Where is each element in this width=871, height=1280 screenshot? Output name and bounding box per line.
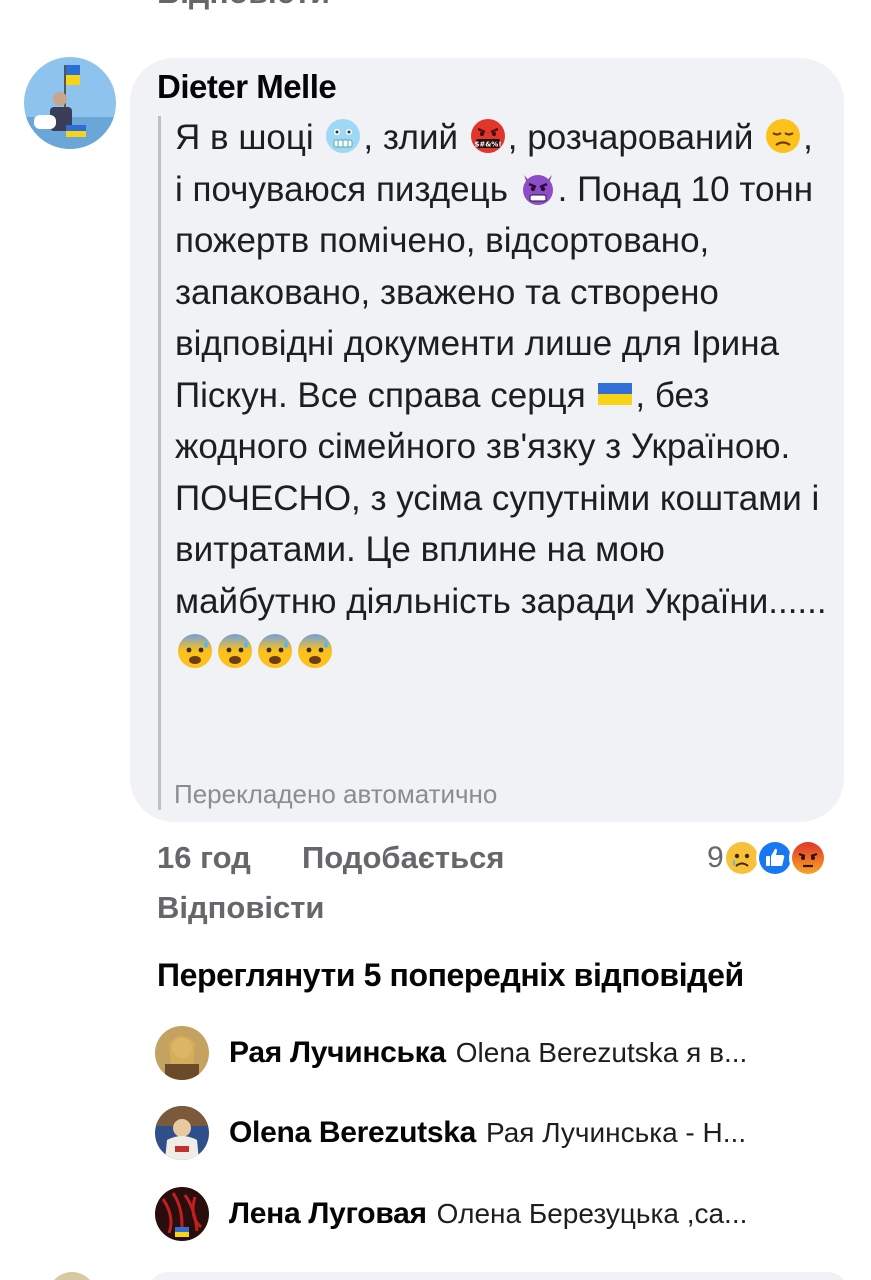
author-avatar[interactable] bbox=[24, 57, 116, 149]
ukraine-flag-icon bbox=[596, 375, 634, 413]
angry-devil-face-icon bbox=[519, 169, 557, 207]
comment-author[interactable]: Dieter Melle bbox=[157, 68, 337, 106]
sad-reaction-icon bbox=[722, 839, 761, 877]
reply-avatar[interactable] bbox=[155, 1106, 209, 1160]
like-reaction-icon bbox=[755, 839, 794, 877]
translation-quote-bar bbox=[158, 116, 161, 810]
cold-face-icon bbox=[324, 117, 362, 155]
reaction-count: 9 bbox=[707, 841, 724, 874]
reply-snippet: Рая Лучинська - Н... bbox=[485, 1117, 747, 1148]
cursing-face-icon: $#&%! bbox=[469, 117, 507, 155]
like-button[interactable]: Подобається bbox=[302, 840, 505, 876]
reply-author[interactable]: Лена Луговая bbox=[229, 1197, 427, 1231]
reply-preview-row[interactable]: Olena Berezutska Рая Лучинська - Н... bbox=[155, 1105, 855, 1161]
auto-translated-note[interactable]: Перекладено автоматично bbox=[174, 779, 497, 810]
anxious-sweat-face-icon bbox=[256, 632, 294, 670]
anxious-sweat-face-icon bbox=[216, 632, 254, 670]
comment-thread: Відповісти Dieter Melle Я в шоці , злий … bbox=[0, 0, 871, 1280]
reply-button[interactable]: Відповісти bbox=[157, 890, 325, 926]
comment-text-part: , злий bbox=[363, 118, 468, 157]
svg-text:$#&%!: $#&%! bbox=[474, 141, 501, 149]
disappointed-face-icon bbox=[764, 117, 802, 155]
reply-author[interactable]: Рая Лучинська bbox=[229, 1036, 446, 1070]
reply-avatar[interactable] bbox=[155, 1187, 209, 1241]
comment-text-part: Я в шоці bbox=[175, 118, 324, 157]
next-comment-bubble bbox=[148, 1272, 848, 1280]
comment-timestamp[interactable]: 16 год bbox=[157, 840, 251, 876]
comment-text: Я в шоці , злий $#&%!, розчарований , і … bbox=[175, 112, 830, 679]
view-previous-replies-link[interactable]: Переглянути 5 попередніх відповідей bbox=[157, 957, 744, 994]
reply-snippet: Олена Березуцька ,са... bbox=[436, 1198, 748, 1229]
reply-author[interactable]: Olena Berezutska bbox=[229, 1116, 476, 1150]
reply-snippet: Olena Berezutska я в... bbox=[455, 1037, 748, 1068]
anxious-sweat-face-icon bbox=[296, 632, 334, 670]
comment-text-part: , розчарований bbox=[507, 118, 764, 157]
angry-reaction-icon bbox=[788, 839, 827, 877]
reply-preview-row[interactable]: Рая Лучинська Olena Berezutska я в... bbox=[155, 1025, 855, 1081]
next-comment-avatar[interactable] bbox=[48, 1272, 96, 1280]
previous-reply-button[interactable]: Відповісти bbox=[157, 0, 330, 11]
anxious-sweat-face-icon bbox=[176, 632, 214, 670]
reply-avatar[interactable] bbox=[155, 1026, 209, 1080]
reaction-summary[interactable]: 9 bbox=[707, 838, 827, 878]
reply-preview-row[interactable]: Лена Луговая Олена Березуцька ,са... bbox=[155, 1186, 855, 1242]
